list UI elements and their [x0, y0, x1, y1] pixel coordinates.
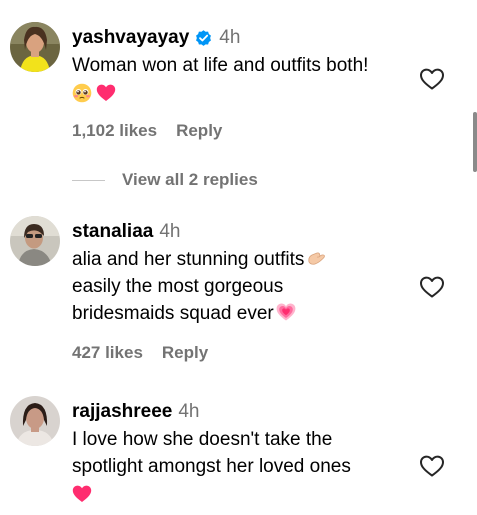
comment-text-line: Woman won at life and outfits both!: [72, 55, 369, 76]
comment-header: yashvayayay 4h: [72, 26, 427, 50]
likes-count[interactable]: 427 likes: [72, 343, 143, 363]
pink-heart-emoji: [72, 484, 92, 504]
comment-header: rajjashreee 4h: [72, 400, 427, 424]
heart-outline-icon[interactable]: [419, 275, 445, 299]
comment-text-fragment: bridesmaids squad ever: [72, 303, 274, 324]
timestamp: 4h: [219, 27, 241, 48]
reply-button[interactable]: Reply: [162, 343, 208, 363]
growing-heart-emoji: [276, 302, 296, 322]
comment-text-line: bridesmaids squad ever: [72, 300, 427, 327]
comment-header: stanaliaa 4h: [72, 220, 427, 244]
comment-text-line: easily the most gorgeous: [72, 276, 284, 297]
heart-outline-icon[interactable]: [419, 67, 445, 91]
comment-text-line: alia and her stunning outfits: [72, 246, 427, 273]
avatar[interactable]: [10, 22, 60, 72]
comment-actions: 1,102 likes Reply: [72, 121, 427, 141]
username[interactable]: yashvayayay: [72, 26, 189, 50]
comment-text-fragment: alia and her stunning outfits: [72, 249, 305, 270]
timestamp: 4h: [159, 221, 181, 242]
likes-count[interactable]: 1,102 likes: [72, 121, 157, 141]
comment-body: rajjashreee 4h I love how she doesn't ta…: [72, 400, 427, 508]
timestamp: 4h: [178, 401, 200, 422]
scrollbar-thumb[interactable]: [473, 112, 477, 172]
avatar[interactable]: [10, 396, 60, 446]
avatar[interactable]: [10, 216, 60, 266]
pleading-face-emoji: [72, 83, 92, 103]
comment-body: stanaliaa 4h alia and her stunning outfi…: [72, 220, 427, 363]
comment-text: alia and her stunning outfits easily the…: [72, 246, 427, 327]
view-replies-label[interactable]: View all 2 replies: [122, 170, 258, 190]
replies-divider: [72, 179, 105, 181]
pinching-hand-emoji: [306, 248, 326, 268]
comment-body: yashvayayay 4h Woman won at life and out…: [72, 26, 427, 141]
view-replies-button[interactable]: View all 2 replies: [72, 169, 258, 191]
heart-outline-icon[interactable]: [419, 454, 445, 478]
comment-actions: 427 likes Reply: [72, 343, 427, 363]
pink-heart-emoji: [96, 83, 116, 103]
verified-badge-icon: [194, 29, 213, 48]
reply-button[interactable]: Reply: [176, 121, 222, 141]
comment-text-line: I love how she doesn't take the: [72, 429, 333, 450]
emoji-line: [72, 79, 427, 107]
comment-text: I love how she doesn't take the spotligh…: [72, 426, 427, 508]
emoji-line: [72, 480, 427, 508]
comment-text: Woman won at life and outfits both!: [72, 52, 427, 107]
comment-text-line: spotlight amongst her loved ones: [72, 456, 351, 477]
username[interactable]: stanaliaa: [72, 220, 153, 244]
username[interactable]: rajjashreee: [72, 400, 172, 424]
